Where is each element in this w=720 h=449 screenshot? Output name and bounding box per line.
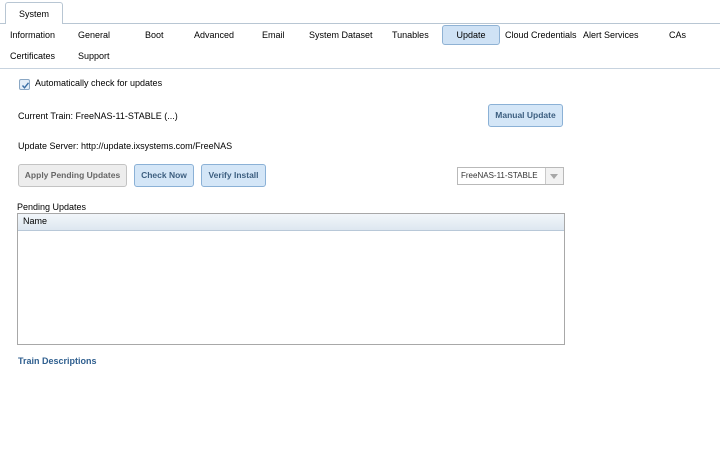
pending-updates-grid[interactable]: Name	[17, 213, 565, 345]
train-descriptions-link[interactable]: Train Descriptions	[18, 356, 97, 366]
update-server-text: Update Server: http://update.ixsystems.c…	[18, 141, 233, 151]
subtab-system-dataset[interactable]: System Dataset	[309, 25, 373, 45]
subtab-cas[interactable]: CAs	[669, 25, 686, 45]
auto-check-checkbox[interactable]	[19, 79, 30, 90]
subtab-support[interactable]: Support	[78, 46, 110, 66]
subtab-update[interactable]: Update	[442, 25, 500, 45]
subtab-information[interactable]: Information	[10, 25, 55, 45]
train-select[interactable]: FreeNAS-11-STABLE	[457, 167, 564, 185]
apply-pending-updates-button[interactable]: Apply Pending Updates	[18, 164, 127, 187]
chevron-down-icon[interactable]	[545, 168, 563, 184]
subtab-advanced[interactable]: Advanced	[194, 25, 234, 45]
subtab-cloud-credentials[interactable]: Cloud Credentials	[505, 25, 577, 45]
train-select-value: FreeNAS-11-STABLE	[461, 171, 538, 180]
manual-update-button[interactable]: Manual Update	[488, 104, 563, 127]
subtab-tunables[interactable]: Tunables	[392, 25, 429, 45]
checkmark-icon	[21, 82, 30, 89]
current-train-text: Current Train: FreeNAS-11-STABLE (...)	[18, 111, 178, 121]
subtab-bar: Information General Boot Advanced Email …	[0, 24, 720, 69]
check-now-button[interactable]: Check Now	[134, 164, 194, 187]
tab-system[interactable]: System	[5, 2, 63, 24]
column-header-name[interactable]: Name	[23, 216, 47, 226]
subtab-boot[interactable]: Boot	[145, 25, 164, 45]
subtab-certificates[interactable]: Certificates	[10, 46, 55, 66]
subtab-email[interactable]: Email	[262, 25, 285, 45]
pending-updates-title: Pending Updates	[17, 202, 87, 212]
auto-check-label: Automatically check for updates	[35, 78, 163, 88]
subtab-general[interactable]: General	[78, 25, 110, 45]
grid-header: Name	[18, 214, 564, 231]
verify-install-button[interactable]: Verify Install	[201, 164, 266, 187]
subtab-alert-services[interactable]: Alert Services	[583, 25, 639, 45]
